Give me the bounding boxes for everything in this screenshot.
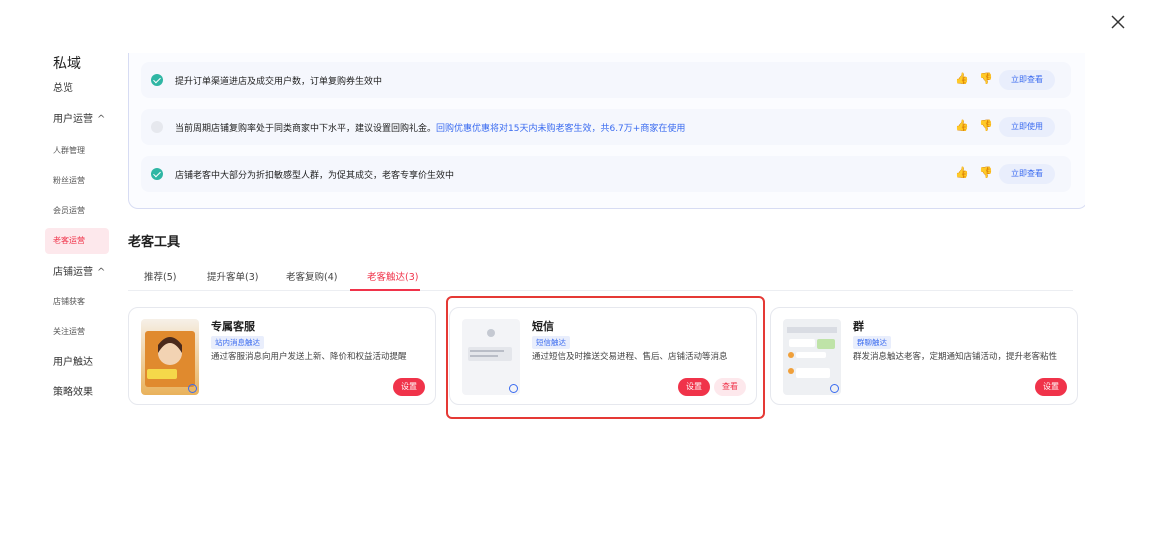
sidebar-item-fans[interactable]: 粉丝运营 bbox=[45, 168, 109, 194]
alert-row: 当前周期店铺复购率处于同类商家中下水平，建议设置回购礼金。回购优惠优惠将对15天… bbox=[141, 109, 1071, 145]
section-title: 老客工具 bbox=[128, 235, 181, 250]
set-button[interactable]: 设置 bbox=[393, 378, 425, 396]
use-now-button[interactable]: 立即使用 bbox=[999, 117, 1055, 137]
thumbs-up-icon[interactable]: 👍 bbox=[955, 167, 969, 179]
thumbs-up-icon[interactable]: 👍 bbox=[955, 120, 969, 132]
card-title: 专属客服 bbox=[211, 320, 255, 333]
set-button[interactable]: 设置 bbox=[678, 378, 710, 396]
sidebar-item-old-customers[interactable]: 老客运营 bbox=[45, 228, 109, 254]
search-icon bbox=[830, 384, 839, 393]
card-preview-image bbox=[783, 319, 841, 395]
thumbs-down-icon[interactable]: 👎 bbox=[979, 120, 993, 132]
alert-row: 店铺老客中大部分为折扣敏感型人群，为促其成交，老客专享价生效中 👍 👎 立即查看 bbox=[141, 156, 1071, 192]
close-icon[interactable] bbox=[1109, 13, 1127, 31]
set-button[interactable]: 设置 bbox=[1035, 378, 1067, 396]
view-button[interactable]: 查看 bbox=[714, 378, 746, 396]
sidebar-item-user-ops[interactable]: 用户运营 ^ bbox=[45, 107, 109, 133]
sidebar-item-strategy[interactable]: 策略效果 bbox=[45, 380, 109, 406]
alert-panel: 提升订单渠道进店及成交用户数，订单复购券生效中 👍 👎 立即查看 当前周期店铺复… bbox=[128, 53, 1085, 209]
sidebar-item-members[interactable]: 会员运营 bbox=[45, 198, 109, 224]
tool-card-group[interactable]: 群 群聊触达 群发消息触达老客，定期通知店铺活动，提升老客粘性 设置 bbox=[770, 307, 1078, 405]
sidebar-item-store-ops[interactable]: 店铺运营 ^ bbox=[45, 260, 109, 286]
sidebar: 私域 总览 用户运营 ^ 人群管理 粉丝运营 会员运营 老客运营 店铺运营 ^ 店铺… bbox=[35, 53, 115, 512]
thumbs-down-icon[interactable]: 👎 bbox=[979, 73, 993, 85]
chevron-up-icon: ^ bbox=[97, 114, 106, 125]
card-tag: 站内消息触达 bbox=[211, 336, 264, 349]
alert-text: 当前周期店铺复购率处于同类商家中下水平，建议设置回购礼金。回购优惠优惠将对15天… bbox=[175, 124, 686, 134]
view-now-button[interactable]: 立即查看 bbox=[999, 164, 1055, 184]
card-title: 短信 bbox=[532, 320, 554, 333]
card-description: 通过客服消息向用户发送上新、降价和权益活动提醒 bbox=[211, 352, 407, 362]
alert-text: 提升订单渠道进店及成交用户数，订单复购券生效中 bbox=[175, 77, 383, 87]
alert-text: 店铺老客中大部分为折扣敏感型人群，为促其成交，老客专享价生效中 bbox=[175, 171, 455, 181]
alert-row: 提升订单渠道进店及成交用户数，订单复购券生效中 👍 👎 立即查看 bbox=[141, 62, 1071, 98]
chevron-up-icon: ^ bbox=[97, 267, 106, 278]
check-icon bbox=[151, 74, 163, 86]
card-preview-image bbox=[141, 319, 199, 395]
check-icon bbox=[151, 168, 163, 180]
sidebar-item-overview[interactable]: 总览 bbox=[45, 76, 109, 102]
app-frame: 私域 总览 用户运营 ^ 人群管理 粉丝运营 会员运营 老客运营 店铺运营 ^ 店铺… bbox=[35, 53, 1085, 512]
card-preview-image bbox=[462, 319, 520, 395]
tab-repurchase[interactable]: 老客复购(4) bbox=[286, 269, 337, 283]
card-tag: 短信触达 bbox=[532, 336, 570, 349]
search-icon bbox=[188, 384, 197, 393]
tool-card-customer-service[interactable]: 专属客服 站内消息触达 通过客服消息向用户发送上新、降价和权益活动提醒 设置 bbox=[128, 307, 436, 405]
tab-reach[interactable]: 老客触达(3) bbox=[367, 269, 418, 283]
view-now-button[interactable]: 立即查看 bbox=[999, 70, 1055, 90]
card-tag: 群聊触达 bbox=[853, 336, 891, 349]
tab-recommend[interactable]: 推荐(5) bbox=[144, 269, 176, 283]
tab-increase-order[interactable]: 提升客单(3) bbox=[207, 269, 258, 283]
thumbs-up-icon[interactable]: 👍 bbox=[955, 73, 969, 85]
check-icon bbox=[151, 121, 163, 133]
search-icon bbox=[509, 384, 518, 393]
sidebar-item-store-acquire[interactable]: 店铺获客 bbox=[45, 289, 109, 315]
sidebar-title: 私域 bbox=[53, 56, 81, 72]
card-description: 群发消息触达老客，定期通知店铺活动，提升老客粘性 bbox=[853, 352, 1058, 362]
sidebar-item-follow[interactable]: 关注运营 bbox=[45, 319, 109, 345]
card-title: 群 bbox=[853, 320, 864, 333]
thumbs-down-icon[interactable]: 👎 bbox=[979, 167, 993, 179]
tab-bar: 推荐(5) 提升客单(3) 老客复购(4) 老客触达(3) bbox=[128, 263, 1073, 291]
card-description: 通过短信及时推送交易进程、售后、店铺活动等消息 bbox=[532, 352, 728, 362]
alert-highlight-link[interactable]: 回购优惠优惠将对15天内未购老客生效，共6.7万+商家在使用 bbox=[436, 124, 685, 134]
sidebar-item-crowd[interactable]: 人群管理 bbox=[45, 138, 109, 164]
sidebar-item-user-reach[interactable]: 用户触达 bbox=[45, 350, 109, 376]
active-tab-indicator bbox=[350, 289, 420, 291]
main-content: 提升订单渠道进店及成交用户数，订单复购券生效中 👍 👎 立即查看 当前周期店铺复… bbox=[115, 53, 1085, 512]
tool-card-sms[interactable]: 短信 短信触达 通过短信及时推送交易进程、售后、店铺活动等消息 设置 查看 bbox=[449, 307, 757, 405]
